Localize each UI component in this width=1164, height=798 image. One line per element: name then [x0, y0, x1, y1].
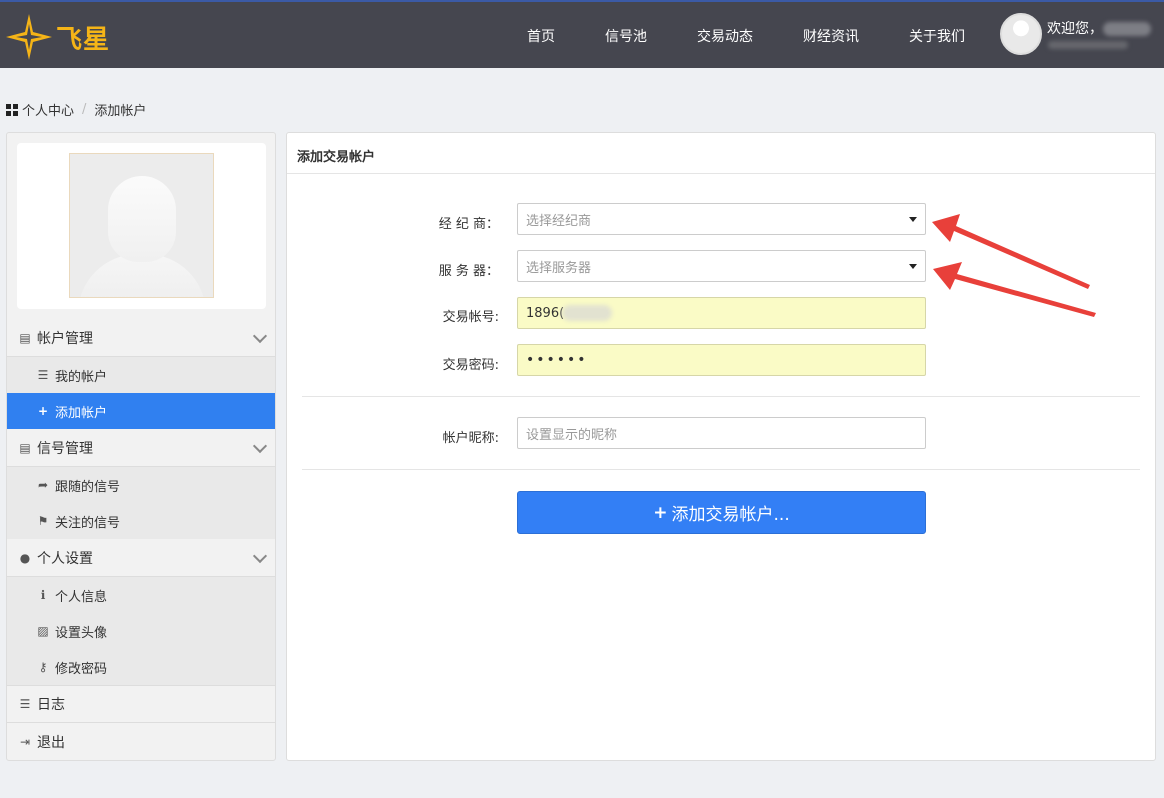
- sidebar-item-profile[interactable]: ℹ 个人信息: [7, 577, 275, 613]
- chevron-down-icon: [252, 328, 268, 344]
- flag-icon: ⚑: [37, 514, 49, 528]
- nav-trade-feed[interactable]: 交易动态: [697, 26, 753, 46]
- sidebar-group-label: 帐户管理: [37, 330, 93, 347]
- share-icon: ➦: [37, 478, 49, 492]
- info-icon: ℹ: [40, 588, 46, 602]
- welcome-area: 欢迎您，: [1047, 18, 1151, 38]
- image-icon: ▨: [37, 624, 49, 638]
- nav-about-us[interactable]: 关于我们: [909, 26, 965, 46]
- sidebar-item-label: 修改密码: [55, 661, 108, 677]
- nickname-label: 帐户昵称:: [442, 431, 499, 446]
- account-label: 交易帐号:: [442, 310, 499, 325]
- star-logo-icon: [6, 14, 52, 60]
- sidebar-item-log[interactable]: ☰ 日志: [7, 685, 275, 723]
- list-icon: ☰: [37, 368, 49, 382]
- brand-name: 飞星: [56, 24, 111, 55]
- breadcrumb: 个人中心 / 添加帐户: [6, 100, 146, 119]
- sidebar-group-label: 日志: [37, 697, 65, 713]
- sidebar-item-set-avatar[interactable]: ▨ 设置头像: [7, 613, 275, 649]
- sidebar-item-add-account[interactable]: + 添加帐户: [7, 393, 275, 429]
- account-value: 1896(: [526, 305, 565, 321]
- username-redacted: [1103, 22, 1151, 36]
- sign-out-icon: ⇥: [19, 735, 31, 749]
- account-input[interactable]: 1896(: [517, 297, 926, 329]
- sidebar-group-label: 退出: [37, 735, 65, 751]
- sidebar-item-label: 个人信息: [55, 589, 108, 605]
- broker-label: 经 纪 商：: [438, 217, 499, 232]
- sidebar-item-followed-signals[interactable]: ➦ 跟随的信号: [7, 467, 275, 503]
- password-value: ••••••: [526, 352, 588, 368]
- caret-down-icon: [909, 217, 917, 222]
- brand-logo[interactable]: 飞星: [4, 12, 110, 62]
- server-select[interactable]: 选择服务器: [517, 250, 926, 282]
- panel-title: 添加交易帐户: [287, 133, 1155, 174]
- chevron-down-icon: [252, 548, 268, 564]
- welcome-text: 欢迎您，: [1047, 21, 1103, 37]
- caret-down-icon: [909, 264, 917, 269]
- nickname-placeholder: 设置显示的昵称: [526, 427, 618, 443]
- breadcrumb-current: 添加帐户: [94, 104, 147, 119]
- sidebar-item-watched-signals[interactable]: ⚑ 关注的信号: [7, 503, 275, 539]
- breadcrumb-separator: /: [82, 102, 87, 117]
- password-input[interactable]: ••••••: [517, 344, 926, 376]
- sidebar-group-label: 个人设置: [37, 550, 93, 567]
- list-icon: ☰: [19, 697, 31, 711]
- sidebar-item-label: 关注的信号: [55, 515, 121, 531]
- sidebar: ▤ 帐户管理 ☰ 我的帐户 + 添加帐户 ▤ 信号管理 ➦ 跟随的信号 ⚑ 关注…: [6, 132, 276, 761]
- id-card-icon: ▤: [19, 440, 31, 455]
- nav-signal-pool[interactable]: 信号池: [605, 26, 647, 46]
- broker-placeholder: 选择经纪商: [526, 213, 592, 229]
- sidebar-item-label: 添加帐户: [55, 405, 108, 421]
- id-card-icon: ▤: [19, 330, 31, 345]
- grid-icon: [6, 103, 18, 116]
- sidebar-item-my-accounts[interactable]: ☰ 我的帐户: [7, 357, 275, 393]
- add-account-button-label: 添加交易帐户...: [671, 505, 790, 525]
- sidebar-group-settings[interactable]: ● 个人设置: [7, 539, 275, 577]
- nav-home[interactable]: 首页: [527, 26, 555, 46]
- plus-icon: +: [653, 502, 668, 523]
- sidebar-item-label: 我的帐户: [55, 369, 108, 385]
- profile-avatar-image: [69, 153, 214, 298]
- sidebar-item-logout[interactable]: ⇥ 退出: [7, 723, 275, 761]
- user-icon: ●: [19, 550, 31, 565]
- nickname-input[interactable]: 设置显示的昵称: [517, 417, 926, 449]
- sidebar-item-label: 跟随的信号: [55, 479, 121, 495]
- username-subline-redacted: [1048, 41, 1128, 49]
- divider: [302, 396, 1140, 397]
- user-menu[interactable]: 欢迎您，: [1000, 13, 1151, 55]
- password-label: 交易密码:: [442, 358, 499, 373]
- sidebar-item-label: 设置头像: [55, 625, 108, 641]
- chevron-down-icon: [252, 438, 268, 454]
- sidebar-group-signals[interactable]: ▤ 信号管理: [7, 429, 275, 467]
- key-icon: ⚷: [38, 660, 48, 674]
- sidebar-group-account[interactable]: ▤ 帐户管理: [7, 319, 275, 357]
- sidebar-group-label: 信号管理: [37, 440, 93, 457]
- breadcrumb-home[interactable]: 个人中心: [22, 100, 74, 119]
- divider: [302, 469, 1140, 470]
- profile-avatar-box: [17, 143, 266, 309]
- server-placeholder: 选择服务器: [526, 260, 592, 276]
- sidebar-item-change-password[interactable]: ⚷ 修改密码: [7, 649, 275, 685]
- plus-icon: +: [37, 404, 49, 418]
- top-navbar: 飞星 首页 信号池 交易动态 财经资讯 关于我们 欢迎您，: [0, 0, 1164, 68]
- nav-finance-news[interactable]: 财经资讯: [803, 26, 859, 46]
- add-account-button[interactable]: + 添加交易帐户...: [517, 491, 926, 534]
- broker-select[interactable]: 选择经纪商: [517, 203, 926, 235]
- add-account-panel: 添加交易帐户 经 纪 商： 选择经纪商 服 务 器： 选择服务器 交易帐号: 1…: [286, 132, 1156, 761]
- server-label: 服 务 器：: [438, 264, 499, 279]
- avatar[interactable]: [1000, 13, 1042, 55]
- account-redacted: [562, 305, 613, 321]
